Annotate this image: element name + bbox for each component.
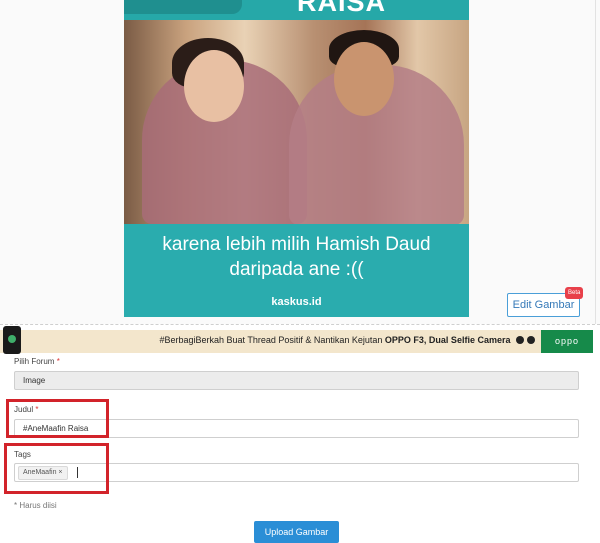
circle-icon [527,336,535,344]
required-note: * Harus diisi [14,501,57,510]
upload-image-button[interactable]: Upload Gambar [254,521,339,543]
preview-border [595,0,596,324]
meme-title: RAISA [297,0,387,17]
meme-image: RAISA karena lebih milih Hamish Daud dar… [124,0,469,317]
highlight-title [6,399,109,438]
oppo-logo: oppo [541,330,593,353]
copyright-icon [516,336,524,344]
meme-brand: kaskus.id [271,296,322,308]
meme-top-tab [124,0,242,14]
required-asterisk: * [56,357,60,366]
woman-face [184,50,244,122]
highlight-tags [4,443,109,494]
banner-text-bold: OPPO F3, Dual Selfie Camera [384,335,511,345]
meme-photo [124,20,469,225]
man-face [334,42,394,116]
banner-text: #BerbagiBerkah Buat Thread Positif & Nan… [159,335,535,345]
divider [0,324,600,325]
phone-camera-dot [8,335,16,343]
image-preview-area: RAISA karena lebih milih Hamish Daud dar… [0,0,600,324]
banner-text-main: #BerbagiBerkah Buat Thread Positif & Nan… [159,335,385,345]
beta-badge: Beta [565,287,584,299]
meme-caption-line1: karena lebih milih Hamish Daud [162,234,431,255]
promo-banner[interactable]: #BerbagiBerkah Buat Thread Positif & Nan… [0,326,593,354]
forum-select[interactable]: Image [14,371,579,390]
meme-caption: karena lebih milih Hamish Daud daripada … [124,232,469,282]
meme-caption-line2: daripada ane :(( [229,259,364,280]
forum-label: Pilih Forum * [14,357,60,366]
phone-icon [3,326,21,354]
forum-label-text: Pilih Forum [14,357,55,366]
